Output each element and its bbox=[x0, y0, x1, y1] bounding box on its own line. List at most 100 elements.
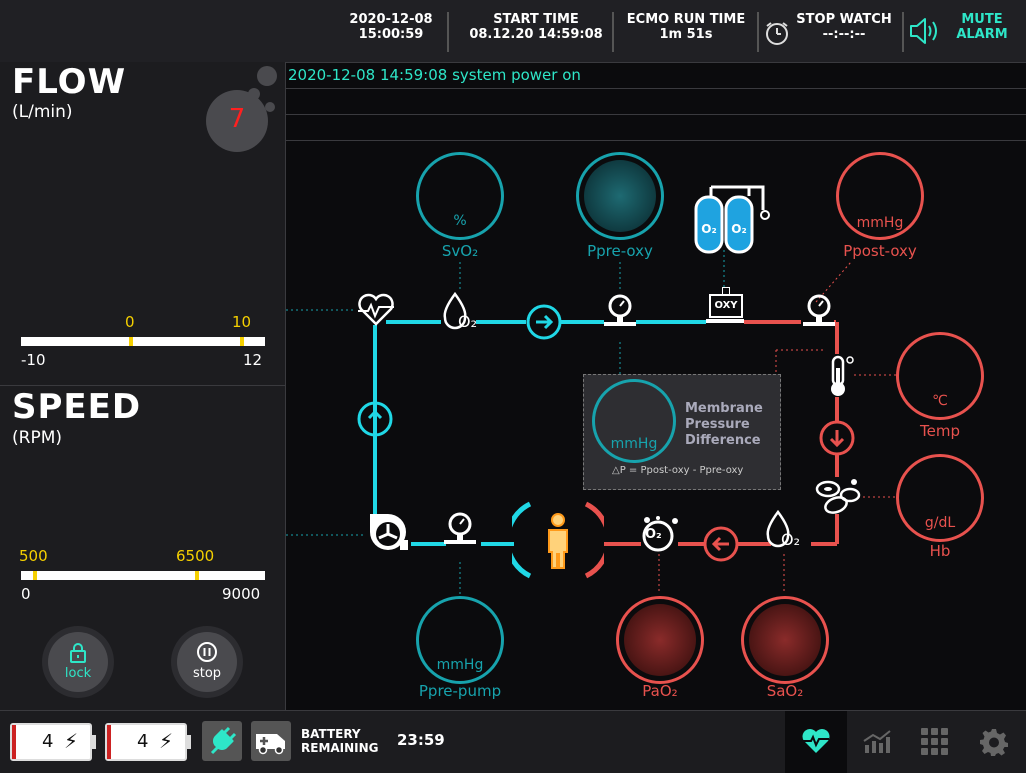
log-row: 2020-12-08 14:59:08 system power on bbox=[286, 62, 1026, 89]
clock-icon bbox=[766, 22, 788, 45]
nav-grid-button[interactable] bbox=[905, 711, 965, 773]
ecmo-run-time-value: 1m 51s bbox=[659, 27, 713, 42]
patient-icon bbox=[512, 501, 604, 579]
stop-watch-button[interactable]: STOP WATCH --:--:-- bbox=[762, 12, 898, 52]
gear-icon bbox=[980, 729, 1008, 756]
tank-o2-text: O₂ bbox=[701, 222, 716, 236]
o2-symbol: O₂ bbox=[781, 530, 801, 549]
ecmo-run-time: ECMO RUN TIME 1m 51s bbox=[620, 12, 752, 52]
battery-level bbox=[107, 725, 111, 759]
battery-remaining-time: 23:59 bbox=[397, 731, 445, 749]
start-time-value: 08.12.20 14:59:08 bbox=[469, 27, 603, 42]
ppost-oxy-unit: mmHg bbox=[856, 215, 904, 231]
svo2-unit: % bbox=[453, 213, 467, 229]
ecmo-run-time-label: ECMO RUN TIME bbox=[626, 12, 746, 27]
membrane-line1: Membrane bbox=[685, 401, 763, 416]
battery-label-2: REMAINING bbox=[301, 741, 379, 755]
bubble-decoration bbox=[265, 102, 275, 112]
pao2-label: PaO₂ bbox=[642, 682, 678, 700]
stop-label: stop bbox=[192, 666, 222, 681]
log-row bbox=[286, 114, 1026, 141]
bottom-bar: 4 ⚡ 4 ⚡ BATTERY REMAINING 23:59 bbox=[0, 710, 1026, 773]
sao2-gauge[interactable] bbox=[741, 596, 829, 684]
flow-low-mark bbox=[129, 337, 133, 346]
oxygenator-base bbox=[706, 319, 744, 323]
ppre-oxy-gauge[interactable] bbox=[576, 152, 664, 240]
ppost-oxy-gauge[interactable]: mmHg bbox=[836, 152, 924, 240]
log-row bbox=[286, 88, 1026, 115]
oxy-label: OXY bbox=[709, 294, 743, 318]
blurred-value bbox=[624, 604, 696, 676]
hb-unit: g/dL bbox=[924, 515, 956, 531]
o2-symbol: O₂ bbox=[458, 312, 478, 331]
divider bbox=[612, 12, 614, 52]
membrane-pressure-gauge: mmHg bbox=[592, 379, 676, 463]
plug-status bbox=[202, 721, 242, 761]
temp-label: Temp bbox=[920, 422, 960, 440]
bubble-decoration bbox=[257, 66, 277, 86]
top-status-bar: 2020-12-08 15:00:59 START TIME 08.12.20 … bbox=[0, 0, 1026, 63]
blurred-value bbox=[584, 160, 656, 232]
nav-monitor-button[interactable] bbox=[785, 711, 847, 773]
sao2-label: SaO₂ bbox=[766, 682, 804, 700]
speed-high-mark bbox=[195, 571, 199, 580]
stop-watch-label: STOP WATCH bbox=[796, 12, 892, 27]
lock-button[interactable]: lock bbox=[48, 632, 108, 692]
tank-o2-text: O₂ bbox=[731, 222, 746, 236]
pressure-sensor-icon bbox=[803, 294, 835, 326]
speed-low-mark bbox=[33, 571, 37, 580]
current-datetime: 2020-12-08 15:00:59 bbox=[336, 12, 446, 52]
lock-icon bbox=[70, 643, 86, 663]
ppre-pump-label: Ppre-pump bbox=[418, 682, 502, 700]
membrane-formula: △P = Ppost-oxy - Ppre-oxy bbox=[612, 465, 744, 476]
pressure-sensor-icon bbox=[444, 512, 476, 544]
temp-unit: ℃ bbox=[932, 393, 948, 409]
battery-2-value: 4 bbox=[137, 731, 149, 752]
pao2-icon: O₂ bbox=[638, 514, 682, 558]
flow-high-mark-label: 10 bbox=[232, 313, 252, 331]
pressure-sensor-icon bbox=[604, 294, 636, 326]
stop-button[interactable]: stop bbox=[177, 632, 237, 692]
svo2-gauge[interactable]: % bbox=[416, 152, 504, 240]
membrane-line3: Difference bbox=[685, 433, 761, 448]
membrane-pressure-panel[interactable]: mmHg Membrane Pressure Difference △P = P… bbox=[583, 374, 781, 490]
hb-label: Hb bbox=[929, 542, 951, 560]
flow-right-arrow-icon bbox=[526, 304, 562, 340]
stop-watch-value: --:--:-- bbox=[822, 27, 866, 42]
nav-trend-button[interactable] bbox=[847, 711, 907, 773]
temp-gauge[interactable]: ℃ bbox=[896, 332, 984, 420]
flow-bar-min: -10 bbox=[21, 351, 46, 369]
charging-icon: ⚡ bbox=[64, 729, 79, 753]
flow-down-arrow-icon bbox=[819, 420, 855, 456]
divider bbox=[902, 12, 904, 52]
pao2-gauge[interactable] bbox=[616, 596, 704, 684]
pump-icon bbox=[370, 514, 408, 550]
divider bbox=[0, 385, 285, 386]
membrane-unit: mmHg bbox=[610, 436, 658, 452]
flow-up-arrow-icon bbox=[357, 401, 393, 437]
speed-high-mark-label: 6500 bbox=[176, 547, 215, 565]
nav-settings-button[interactable] bbox=[963, 711, 1023, 773]
ambulance-status bbox=[251, 721, 291, 761]
current-time: 15:00:59 bbox=[358, 27, 424, 42]
ecmo-circuit-diagram: % SvO₂ Ppre-oxy O₂ O₂ mmHg Ppost-oxy O₂ bbox=[286, 142, 1026, 710]
flow-title: FLOW bbox=[12, 62, 127, 102]
membrane-line2: Pressure bbox=[685, 417, 750, 432]
battery-2: 4 ⚡ bbox=[105, 723, 191, 761]
battery-terminal bbox=[187, 735, 191, 749]
speed-title: SPEED bbox=[12, 387, 142, 427]
oxygenator-icon: OXY bbox=[706, 287, 744, 329]
mute-alarm-button[interactable]: MUTE ALARM bbox=[906, 12, 1022, 52]
divider bbox=[757, 12, 759, 52]
ppre-pump-unit: mmHg bbox=[436, 657, 484, 673]
blood-cells-icon bbox=[815, 479, 861, 514]
hb-gauge[interactable]: g/dL bbox=[896, 454, 984, 542]
event-log: 2020-12-08 14:59:08 system power on bbox=[286, 62, 1026, 142]
speed-low-mark-label: 500 bbox=[19, 547, 48, 565]
start-time-label: START TIME bbox=[493, 12, 579, 27]
battery-level bbox=[12, 725, 16, 759]
heart-rate-icon bbox=[358, 293, 394, 326]
ambulance-icon bbox=[256, 734, 285, 755]
ppre-pump-gauge[interactable]: mmHg bbox=[416, 596, 504, 684]
battery-1: 4 ⚡ bbox=[10, 723, 96, 761]
